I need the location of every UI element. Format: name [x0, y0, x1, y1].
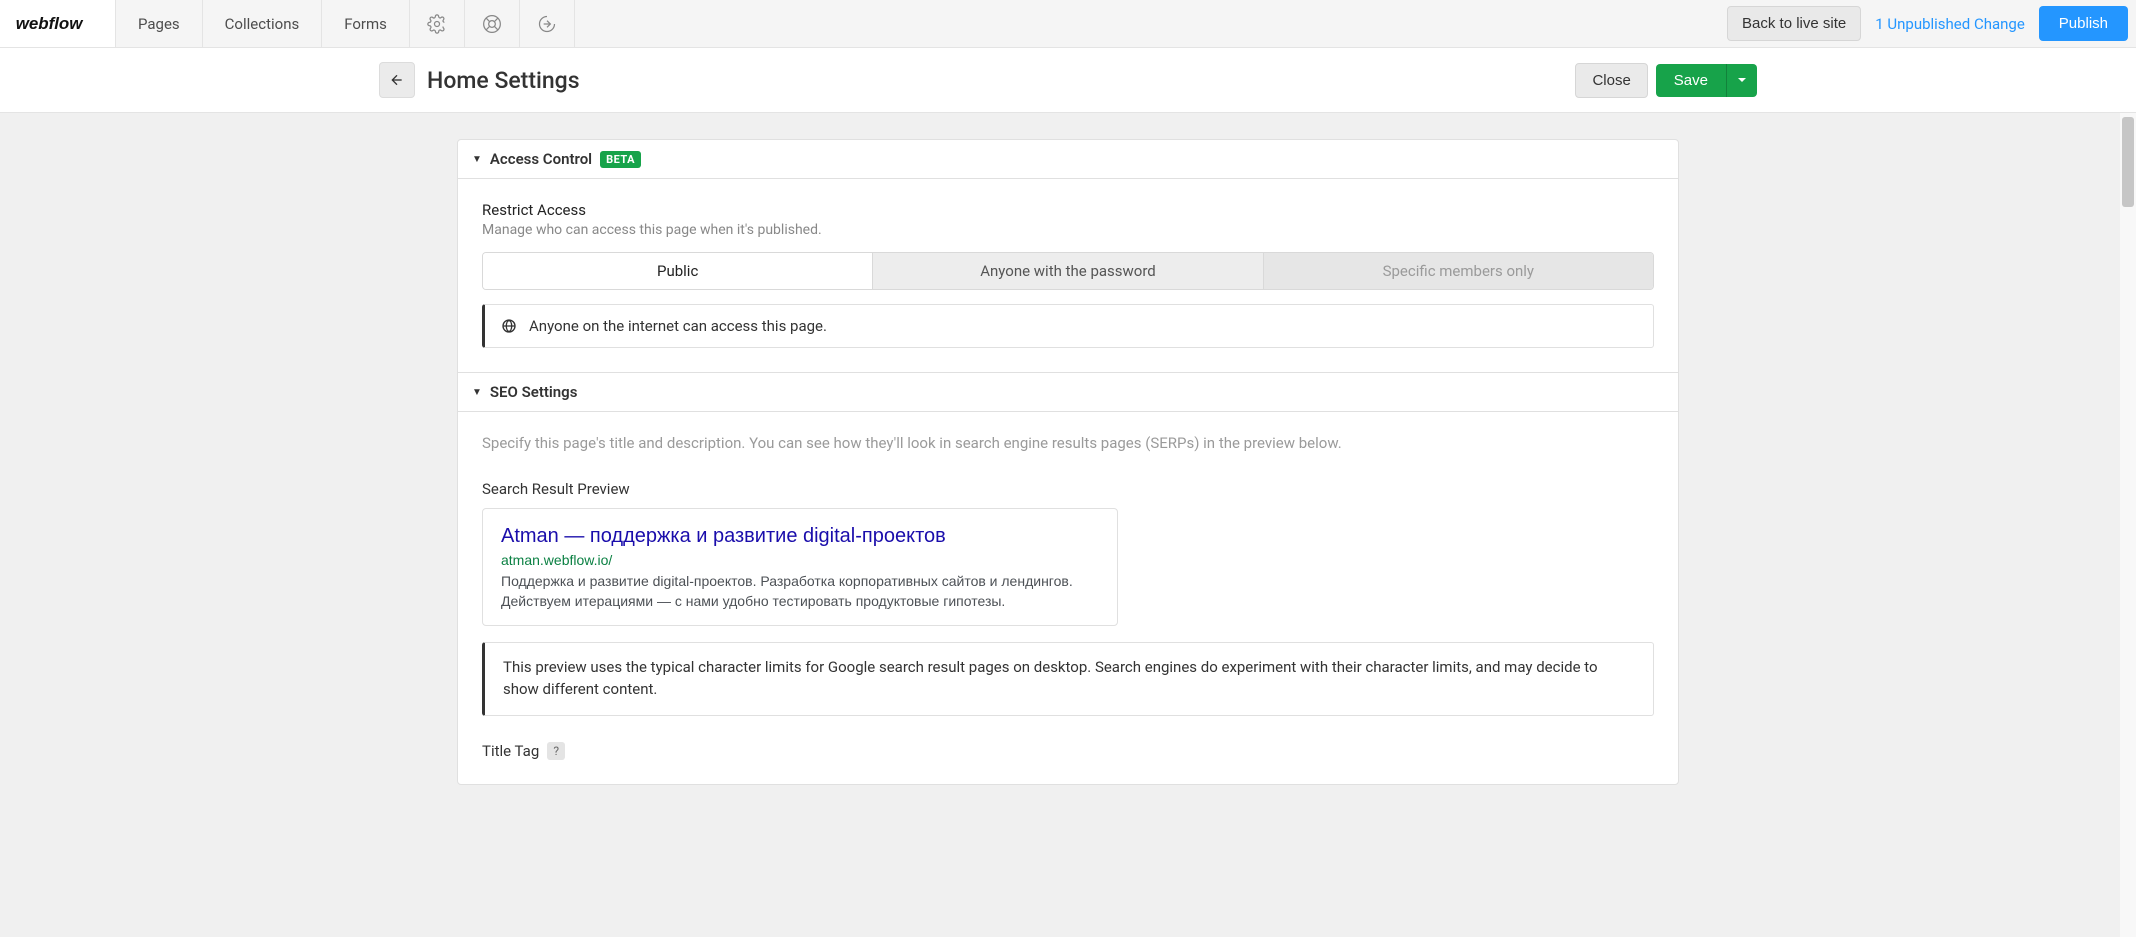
webflow-logo-icon: webflow: [15, 13, 101, 35]
access-option-members: Specific members only: [1264, 253, 1653, 289]
publish-button[interactable]: Publish: [2039, 6, 2128, 41]
svg-text:webflow: webflow: [15, 14, 84, 33]
restrict-access-label: Restrict Access: [482, 201, 1654, 219]
section-body-access-control: Restrict Access Manage who can access th…: [458, 179, 1678, 373]
serp-url: atman.webflow.io/: [501, 552, 1099, 568]
serp-description: Поддержка и развитие digital-проектов. Р…: [501, 572, 1099, 611]
section-body-seo: Specify this page's title and descriptio…: [458, 412, 1678, 784]
access-option-password[interactable]: Anyone with the password: [873, 253, 1263, 289]
scrollbar-thumb[interactable]: [2122, 117, 2134, 207]
scrollbar-track[interactable]: [2120, 113, 2136, 937]
title-tag-label: Title Tag: [482, 742, 539, 760]
arrow-left-icon: [389, 72, 405, 88]
section-header-seo[interactable]: ▼ SEO Settings: [458, 373, 1678, 412]
serp-note: This preview uses the typical character …: [482, 642, 1654, 716]
tab-pages[interactable]: Pages: [116, 0, 203, 47]
back-to-live-button[interactable]: Back to live site: [1727, 6, 1861, 41]
content: ▼ Access Control BETA Restrict Access Ma…: [0, 113, 2136, 937]
save-button[interactable]: Save: [1656, 64, 1726, 97]
restrict-access-desc: Manage who can access this page when it'…: [482, 222, 1654, 238]
help-icon[interactable]: [465, 0, 520, 47]
access-option-public[interactable]: Public: [483, 253, 873, 289]
section-title: Access Control: [490, 150, 592, 168]
title-tag-help-icon[interactable]: ?: [547, 742, 565, 760]
access-info-strip: Anyone on the internet can access this p…: [482, 304, 1654, 348]
seo-intro-text: Specify this page's title and descriptio…: [482, 434, 1654, 452]
beta-badge: BETA: [600, 151, 641, 168]
caret-down-icon: ▼: [472, 387, 482, 398]
search-preview-label: Search Result Preview: [482, 480, 1654, 498]
settings-panel: ▼ Access Control BETA Restrict Access Ma…: [457, 139, 1679, 785]
save-dropdown-button[interactable]: [1726, 64, 1757, 97]
section-header-access-control[interactable]: ▼ Access Control BETA: [458, 140, 1678, 179]
globe-icon: [501, 318, 517, 334]
unpublished-change-link[interactable]: 1 Unpublished Change: [1875, 15, 2025, 33]
chevron-down-icon: [1737, 75, 1747, 85]
access-info-text: Anyone on the internet can access this p…: [529, 317, 827, 335]
tab-forms[interactable]: Forms: [322, 0, 410, 47]
back-button[interactable]: [379, 62, 415, 98]
gear-icon[interactable]: [410, 0, 465, 47]
page-title: Home Settings: [427, 67, 580, 94]
section-title: SEO Settings: [490, 383, 578, 401]
tab-collections[interactable]: Collections: [203, 0, 323, 47]
page-header: Home Settings Close Save: [0, 48, 2136, 113]
access-segmented-control: Public Anyone with the password Specific…: [482, 252, 1654, 290]
serp-preview: Atman — поддержка и развитие digital-про…: [482, 508, 1118, 626]
close-button[interactable]: Close: [1575, 63, 1647, 98]
logo[interactable]: webflow: [0, 0, 116, 47]
topbar: webflow Pages Collections Forms Back to …: [0, 0, 2136, 48]
logout-icon[interactable]: [520, 0, 575, 47]
serp-title: Atman — поддержка и развитие digital-про…: [501, 525, 1099, 548]
caret-down-icon: ▼: [472, 154, 482, 165]
